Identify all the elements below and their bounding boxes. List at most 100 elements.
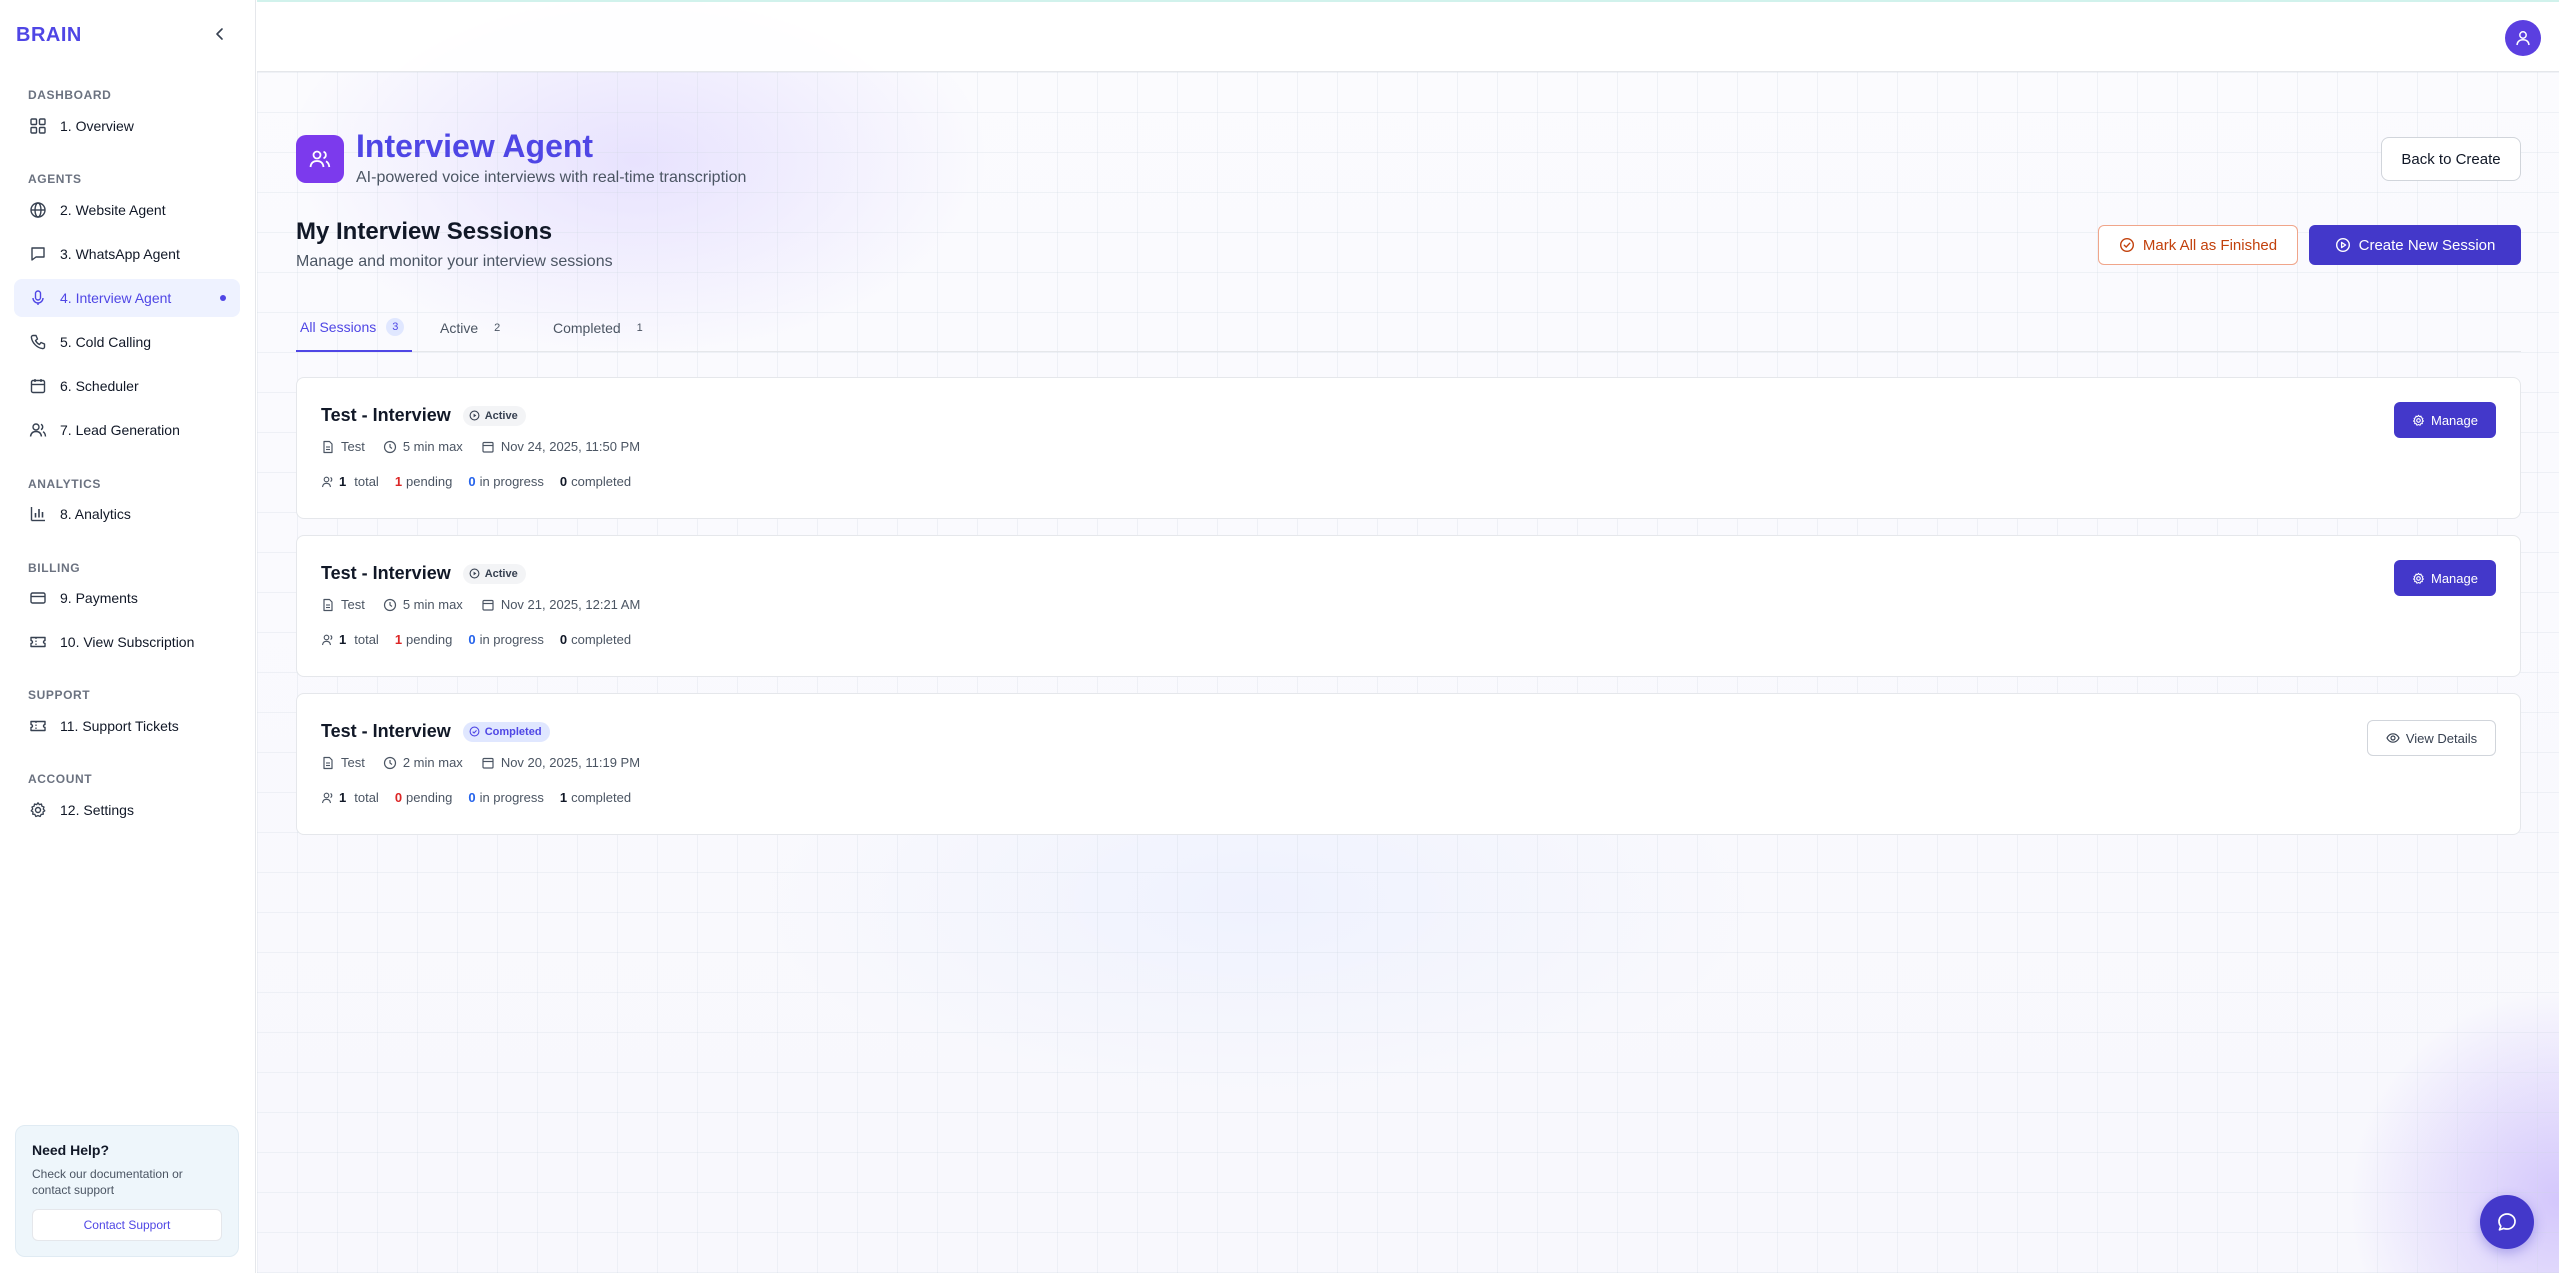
stat-label: pending bbox=[406, 632, 453, 647]
create-new-session-button[interactable]: Create New Session bbox=[2309, 225, 2521, 265]
sidebar-item-website-agent[interactable]: 2. Website Agent bbox=[14, 191, 240, 229]
check-circle-icon bbox=[2119, 237, 2134, 253]
nav-section-billing: BILLING bbox=[28, 561, 81, 575]
bar-chart-icon bbox=[28, 504, 48, 524]
main-content: Interview Agent AI-powered voice intervi… bbox=[257, 0, 2559, 1273]
session-type: Test bbox=[341, 755, 365, 770]
tab-count-badge: 3 bbox=[386, 318, 405, 336]
calendar-icon bbox=[482, 757, 494, 769]
status-badge: Active bbox=[462, 405, 526, 426]
play-circle-icon bbox=[2335, 237, 2350, 253]
manage-button[interactable]: Manage bbox=[2394, 402, 2496, 438]
status-label: Completed bbox=[484, 725, 542, 738]
document-icon bbox=[323, 440, 333, 453]
sidebar-item-label: 12. Settings bbox=[60, 802, 134, 818]
calendar-icon bbox=[482, 441, 494, 453]
manage-button[interactable]: Manage bbox=[2394, 560, 2496, 596]
stat-label: pending bbox=[406, 790, 453, 805]
chat-bubble-icon bbox=[2498, 1213, 2516, 1231]
sidebar-item-label: 4. Interview Agent bbox=[60, 290, 172, 306]
sidebar-item-whatsapp-agent[interactable]: 3. WhatsApp Agent bbox=[14, 235, 240, 273]
stat-total: 1 bbox=[339, 790, 347, 805]
stat-label: completed bbox=[571, 790, 632, 805]
user-avatar-button[interactable] bbox=[2505, 20, 2541, 56]
tab-completed[interactable]: Completed 1 bbox=[553, 304, 649, 352]
document-icon bbox=[323, 756, 333, 769]
brand-logo[interactable]: BRAIN bbox=[16, 24, 82, 47]
ticket-icon bbox=[28, 716, 48, 736]
eye-icon bbox=[2386, 733, 2400, 743]
mark-all-finished-button[interactable]: Mark All as Finished bbox=[2098, 225, 2298, 265]
sidebar-item-settings[interactable]: 12. Settings bbox=[14, 791, 240, 829]
manage-label: Manage bbox=[2431, 412, 2478, 428]
nav-section-analytics: ANALYTICS bbox=[28, 477, 101, 491]
stat-label: pending bbox=[406, 474, 453, 489]
stat-pending: 1 bbox=[394, 632, 403, 647]
session-stats: 1 total 1 pending 0 in progress 0 completed bbox=[321, 474, 631, 489]
chat-widget-button[interactable] bbox=[2480, 1195, 2534, 1249]
gear-icon bbox=[2413, 572, 2424, 584]
session-stats: 1 total 1 pending 0 in progress 0 completed bbox=[321, 632, 631, 647]
credit-card-icon bbox=[28, 588, 48, 608]
sidebar-item-scheduler[interactable]: 6. Scheduler bbox=[14, 367, 240, 405]
chat-icon bbox=[28, 244, 48, 264]
sidebar-item-payments[interactable]: 9. Payments bbox=[14, 579, 240, 617]
contact-support-button[interactable]: Contact Support bbox=[32, 1209, 222, 1241]
top-bar bbox=[257, 0, 2559, 72]
view-details-button[interactable]: View Details bbox=[2367, 720, 2496, 756]
calendar-icon bbox=[482, 599, 494, 611]
stat-label: total bbox=[354, 474, 379, 489]
section-title: My Interview Sessions bbox=[296, 218, 553, 245]
sidebar-item-label: 8. Analytics bbox=[60, 506, 131, 522]
session-title-row: Test - Interview Completed bbox=[321, 721, 550, 742]
tab-active[interactable]: Active 2 bbox=[440, 304, 506, 352]
users-icon bbox=[28, 420, 48, 440]
sidebar-item-analytics[interactable]: 8. Analytics bbox=[14, 495, 240, 533]
page-title: Interview Agent bbox=[356, 128, 594, 164]
users-icon bbox=[321, 792, 333, 803]
stat-total: 1 bbox=[339, 474, 347, 489]
session-stats: 1 total 0 pending 0 in progress 1 completed bbox=[321, 790, 631, 805]
status-badge: Active bbox=[462, 563, 526, 584]
sidebar-item-lead-generation[interactable]: 7. Lead Generation bbox=[14, 411, 240, 449]
nav-section-dashboard: DASHBOARD bbox=[28, 88, 112, 102]
sidebar-item-cold-calling[interactable]: 5. Cold Calling bbox=[14, 323, 240, 361]
session-duration: 5 min max bbox=[402, 597, 463, 612]
stat-label: in progress bbox=[479, 632, 544, 647]
collapse-sidebar-button[interactable] bbox=[210, 24, 230, 44]
manage-label: Manage bbox=[2431, 570, 2478, 586]
sidebar-item-view-subscription[interactable]: 10. View Subscription bbox=[14, 623, 240, 661]
grid-icon bbox=[28, 116, 48, 136]
sidebar-item-support-tickets[interactable]: 11. Support Tickets bbox=[14, 707, 240, 745]
tab-all-sessions[interactable]: All Sessions 3 bbox=[296, 304, 412, 352]
session-title-row: Test - Interview Active bbox=[321, 563, 526, 584]
play-circle-icon bbox=[469, 568, 480, 579]
play-circle-icon bbox=[469, 410, 480, 421]
stat-completed: 0 bbox=[559, 474, 568, 489]
stat-label: in progress bbox=[479, 790, 544, 805]
sidebar-item-overview[interactable]: 1. Overview bbox=[14, 107, 240, 145]
sidebar: BRAIN DASHBOARD 1. Overview AGENTS 2. We… bbox=[0, 0, 256, 1273]
mark-all-finished-label: Mark All as Finished bbox=[2142, 236, 2278, 254]
session-date: Nov 20, 2025, 11:19 PM bbox=[500, 755, 641, 770]
sidebar-item-interview-agent[interactable]: 4. Interview Agent bbox=[14, 279, 240, 317]
stat-completed: 0 bbox=[559, 632, 568, 647]
session-duration: 2 min max bbox=[402, 755, 463, 770]
tab-label: Active bbox=[440, 320, 479, 336]
status-label: Active bbox=[484, 409, 518, 422]
session-title: Test - Interview bbox=[321, 405, 451, 425]
view-details-label: View Details bbox=[2405, 730, 2478, 746]
stat-pending: 1 bbox=[394, 474, 403, 489]
user-icon bbox=[2516, 31, 2530, 46]
stat-pending: 0 bbox=[394, 790, 403, 805]
tab-count-badge: 2 bbox=[494, 322, 501, 334]
stat-in-progress: 0 bbox=[468, 474, 476, 489]
tab-count-badge: 1 bbox=[636, 322, 643, 334]
sidebar-item-label: 7. Lead Generation bbox=[60, 422, 180, 438]
create-new-session-label: Create New Session bbox=[2358, 236, 2496, 254]
session-title-row: Test - Interview Active bbox=[321, 405, 526, 426]
interview-agent-icon bbox=[296, 135, 344, 183]
session-type: Test bbox=[341, 439, 365, 454]
session-title: Test - Interview bbox=[321, 721, 451, 741]
back-to-create-button[interactable]: Back to Create bbox=[2381, 137, 2521, 181]
